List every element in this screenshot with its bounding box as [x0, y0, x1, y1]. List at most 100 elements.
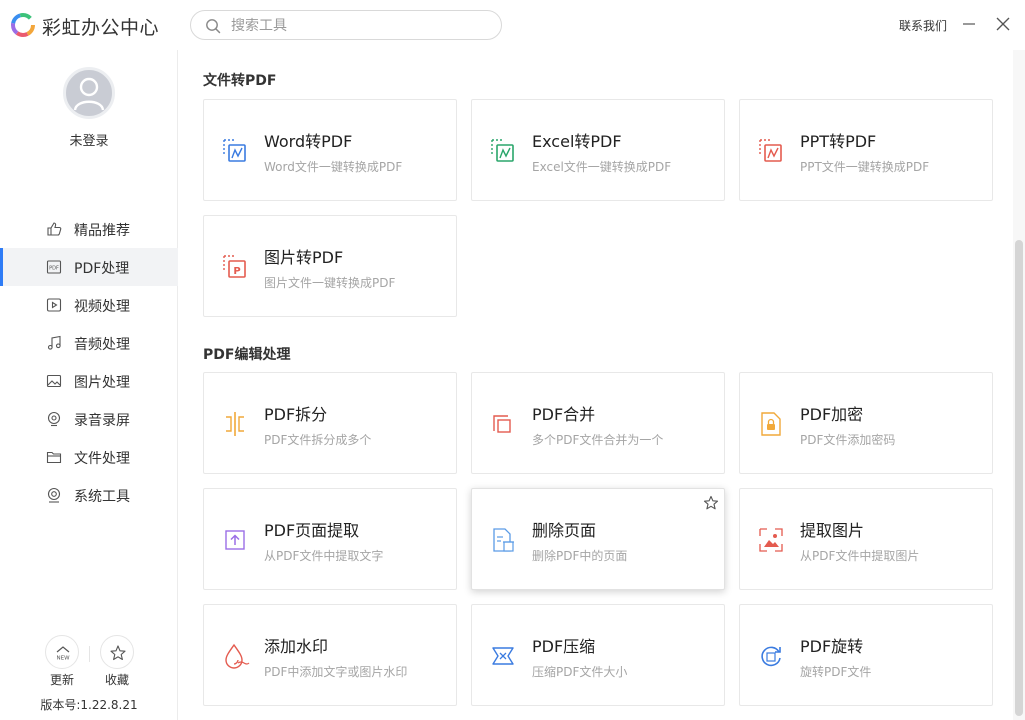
card-description: Excel文件一键转换成PDF	[532, 160, 672, 174]
close-icon[interactable]	[995, 16, 1011, 32]
card-word-to-pdf[interactable]: Word转PDF Word文件一键转换成PDF	[203, 99, 457, 201]
sidebar-item-label: 视频处理	[74, 299, 130, 315]
card-pdf-split[interactable]: PDF拆分 PDF文件拆分成多个	[203, 372, 457, 474]
update-button[interactable]: NEW	[45, 635, 79, 669]
sidebar-item-record[interactable]: 录音录屏	[0, 400, 178, 438]
card-description: PPT文件一键转换成PDF	[800, 160, 930, 174]
card-title: PPT转PDF	[800, 132, 877, 151]
pdf-rotate-icon	[761, 646, 781, 667]
image-icon	[46, 374, 62, 388]
sidebar-nav: 精品推荐 PDF PDF处理 视频处理 音频处理 图片处理 录音录屏 文件处理 …	[0, 210, 178, 514]
svg-text:P: P	[233, 266, 240, 277]
image-to-pdf-icon: P	[223, 255, 246, 278]
version-text: 版本号:1.22.8.21	[40, 698, 138, 712]
card-title: Word转PDF	[264, 132, 353, 151]
main-content: 文件转PDF Word转PDF Word文件一键转换成PDF Excel转PDF…	[179, 50, 1013, 720]
extract-image-icon	[759, 528, 783, 552]
search-input[interactable]	[231, 15, 486, 37]
pdf-icon: PDF	[46, 260, 62, 274]
pdf-split-icon	[226, 412, 244, 436]
card-excel-to-pdf[interactable]: Excel转PDF Excel文件一键转换成PDF	[471, 99, 725, 201]
sidebar-item-image[interactable]: 图片处理	[0, 362, 178, 400]
ppt-to-pdf-icon	[759, 139, 782, 162]
sidebar-item-recommend[interactable]: 精品推荐	[0, 210, 178, 248]
card-pdf-compress[interactable]: PDF压缩 压缩PDF文件大小	[471, 604, 725, 706]
sidebar-item-video[interactable]: 视频处理	[0, 286, 178, 324]
sidebar-item-label: 图片处理	[74, 375, 130, 391]
system-tool-icon	[47, 487, 61, 503]
card-title: PDF旋转	[800, 637, 864, 656]
excel-to-pdf-icon	[491, 139, 514, 162]
user-icon	[73, 77, 105, 111]
card-delete-page[interactable]: 删除页面 删除PDF中的页面	[471, 488, 725, 590]
sidebar: 未登录 精品推荐 PDF PDF处理 视频处理 音频处理 图片处理 录音录屏 文…	[0, 50, 178, 720]
svg-text:PDF: PDF	[49, 266, 59, 272]
favorite-star-icon[interactable]	[703, 495, 719, 511]
favorite-button[interactable]	[100, 635, 134, 669]
card-extract-image[interactable]: 提取图片 从PDF文件中提取图片	[739, 488, 993, 590]
favorite-label[interactable]: 收藏	[100, 671, 134, 688]
sidebar-item-label: 文件处理	[74, 451, 130, 467]
card-description: Word文件一键转换成PDF	[264, 160, 403, 174]
card-description: PDF文件拆分成多个	[264, 433, 372, 447]
minimize-icon[interactable]	[961, 16, 977, 32]
card-description: 从PDF文件中提取图片	[800, 549, 920, 563]
card-description: 多个PDF文件合并为一个	[532, 433, 664, 447]
sidebar-item-label: 系统工具	[74, 489, 130, 505]
card-pdf-extract-page[interactable]: PDF页面提取 从PDF文件中提取文字	[203, 488, 457, 590]
folder-icon	[46, 451, 62, 464]
sidebar-item-label: PDF处理	[74, 261, 130, 277]
card-watermark[interactable]: 添加水印 PDF中添加文字或图片水印	[203, 604, 457, 706]
scrollbar[interactable]	[1013, 50, 1025, 720]
section-title-file-to-pdf: 文件转PDF	[203, 73, 277, 89]
card-pdf-encrypt[interactable]: PDF加密 PDF文件添加密码	[739, 372, 993, 474]
delete-page-icon	[493, 528, 514, 552]
word-to-pdf-icon	[223, 139, 246, 162]
title-bar: 彩虹办公中心 联系我们	[0, 0, 1025, 50]
sidebar-item-file[interactable]: 文件处理	[0, 438, 178, 476]
pdf-encrypt-icon	[761, 412, 781, 436]
music-icon	[47, 335, 61, 350]
pdf-compress-icon	[492, 647, 514, 665]
card-pdf-merge[interactable]: PDF合并 多个PDF文件合并为一个	[471, 372, 725, 474]
card-title: Excel转PDF	[532, 132, 622, 151]
card-title: 提取图片	[800, 521, 865, 540]
app-window: 彩虹办公中心 联系我们 未登录	[0, 0, 1025, 720]
card-title: 删除页面	[532, 521, 597, 540]
scrollbar-thumb[interactable]	[1015, 240, 1023, 716]
sidebar-item-system[interactable]: 系统工具	[0, 476, 178, 514]
pdf-merge-icon	[493, 415, 511, 433]
search-icon	[206, 19, 221, 34]
sidebar-item-pdf[interactable]: PDF PDF处理	[0, 248, 178, 286]
sidebar-item-audio[interactable]: 音频处理	[0, 324, 178, 362]
update-new-icon: NEW	[56, 646, 70, 662]
star-icon	[110, 645, 126, 661]
card-ppt-to-pdf[interactable]: PPT转PDF PPT文件一键转换成PDF	[739, 99, 993, 201]
card-description: 图片文件一键转换成PDF	[264, 276, 396, 290]
watermark-icon	[225, 643, 250, 669]
rainbow-logo-icon	[11, 13, 35, 37]
thumbs-up-icon	[47, 222, 62, 236]
svg-text:NEW: NEW	[56, 656, 70, 662]
card-title: PDF加密	[800, 405, 864, 424]
app-title: 彩虹办公中心	[42, 17, 160, 39]
search-box[interactable]	[190, 10, 502, 40]
video-icon	[46, 298, 62, 312]
update-label[interactable]: 更新	[45, 671, 79, 688]
card-description: PDF文件添加密码	[800, 433, 896, 447]
card-title: PDF合并	[532, 405, 596, 424]
login-status[interactable]: 未登录	[0, 130, 178, 149]
sidebar-item-label: 精品推荐	[74, 223, 130, 239]
sidebar-item-label: 音频处理	[74, 337, 130, 353]
card-image-to-pdf[interactable]: P 图片转PDF 图片文件一键转换成PDF	[203, 215, 457, 317]
contact-us-link[interactable]: 联系我们	[899, 17, 947, 34]
record-icon	[47, 411, 61, 427]
avatar[interactable]	[63, 67, 115, 119]
card-title: 图片转PDF	[264, 248, 344, 267]
card-title: 添加水印	[264, 637, 329, 656]
card-description: 压缩PDF文件大小	[532, 665, 628, 679]
pdf-extract-page-icon	[225, 530, 245, 550]
card-title: PDF压缩	[532, 637, 596, 656]
card-pdf-rotate[interactable]: PDF旋转 旋转PDF文件	[739, 604, 993, 706]
card-description: PDF中添加文字或图片水印	[264, 665, 408, 679]
